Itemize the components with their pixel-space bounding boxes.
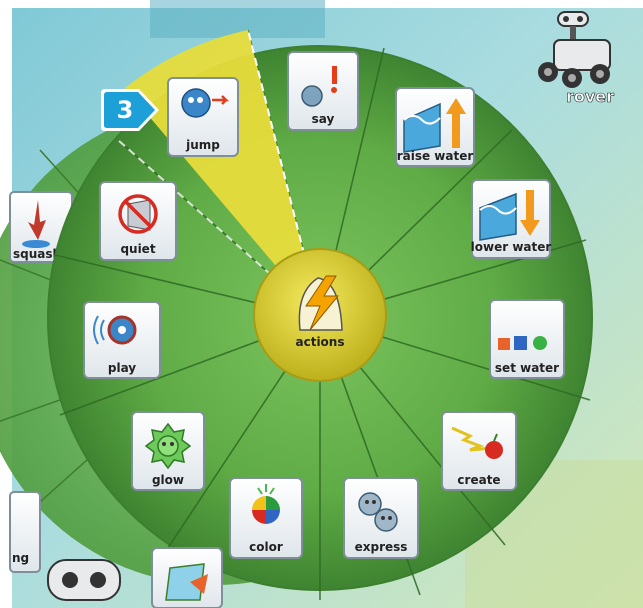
jump-icon xyxy=(181,88,211,118)
menu-item-quiet-label: quiet xyxy=(120,242,155,256)
menu-item-lower-water-label: lower water xyxy=(471,240,552,254)
set-water-icon xyxy=(498,336,547,350)
rover-icon xyxy=(557,11,589,27)
menu-item-glow-label: glow xyxy=(152,473,184,487)
rover-label: rover xyxy=(566,87,614,106)
menu-item-color-label: color xyxy=(249,540,283,554)
menu-item-say[interactable]: say xyxy=(287,51,359,131)
menu-item-raise-water[interactable]: raise water xyxy=(395,87,475,167)
say-icon xyxy=(301,85,323,107)
actions-center-label: actions xyxy=(296,335,345,349)
background-panel xyxy=(150,0,325,38)
menu-item-color[interactable]: color xyxy=(229,477,303,559)
bottom-character-partial xyxy=(47,559,121,601)
menu-item-play[interactable]: play xyxy=(83,301,161,379)
outer-item-partial-label: ng xyxy=(12,551,29,565)
menu-item-create-label: create xyxy=(457,473,500,487)
menu-item-lower-water[interactable]: lower water xyxy=(471,179,552,259)
menu-item-set-water-label: set water xyxy=(495,361,559,375)
menu-item-jump[interactable]: jump xyxy=(167,77,239,157)
menu-item-set-water[interactable]: set water xyxy=(489,299,565,379)
menu-item-jump-label: jump xyxy=(185,138,220,152)
menu-item-play-label: play xyxy=(108,361,136,375)
menu-item-say-label: say xyxy=(312,112,335,126)
glow-icon xyxy=(144,422,192,470)
menu-item-express-label: express xyxy=(355,540,408,554)
partial-tile-bottom[interactable] xyxy=(151,547,223,608)
menu-item-raise-water-label: raise water xyxy=(397,149,474,163)
outer-item-partial[interactable]: ng xyxy=(9,491,41,573)
menu-item-express[interactable]: express xyxy=(343,477,419,559)
kodu-scene: squasl ng actions jump say raise water l… xyxy=(0,0,643,608)
callout-number: 3 xyxy=(116,96,134,124)
actions-center-button[interactable]: actions xyxy=(253,248,387,382)
menu-item-quiet[interactable]: quiet xyxy=(99,181,177,261)
menu-item-create[interactable]: create xyxy=(441,411,517,491)
outer-item-squash-label: squasl xyxy=(13,247,57,261)
menu-item-glow[interactable]: glow xyxy=(131,411,205,491)
